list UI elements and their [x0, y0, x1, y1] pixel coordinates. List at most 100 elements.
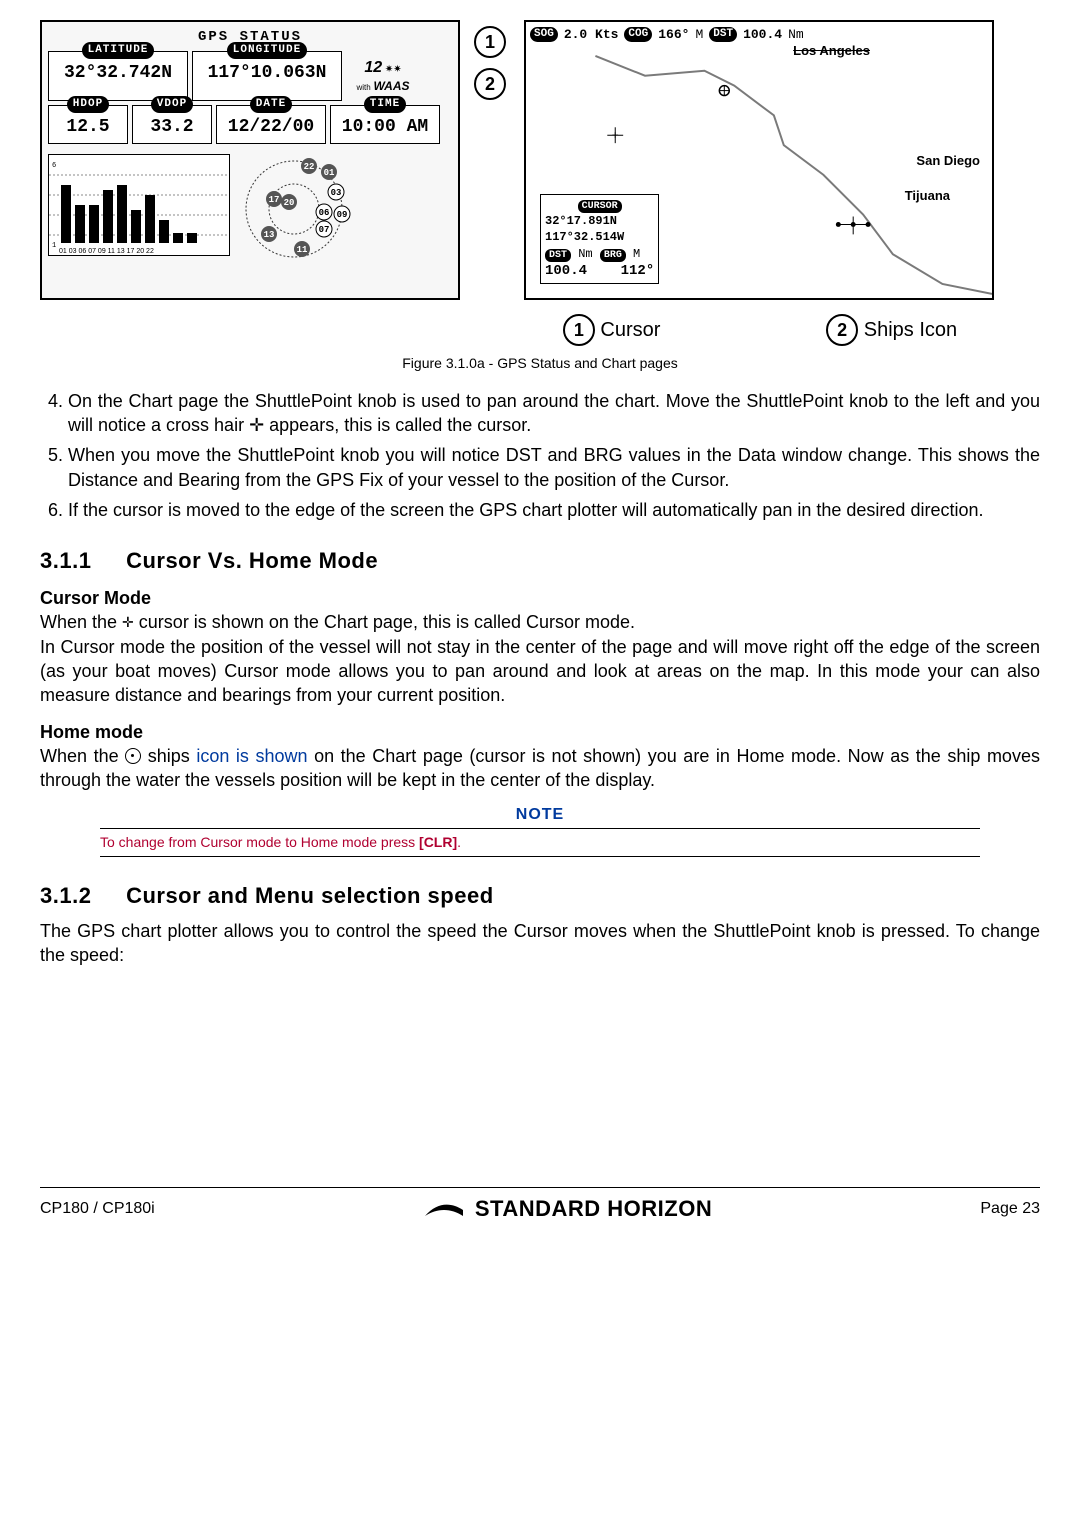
- gps-row2: HDOP 12.5 VDOP 33.2 DATE 12/22/00 TIME 1…: [48, 105, 452, 144]
- longitude-value: 117°10.063N: [197, 59, 337, 87]
- figure-legend: 1 Cursor 2 Ships Icon: [480, 314, 1040, 346]
- page-footer: CP180 / CP180i STANDARD HORIZON Page 23: [40, 1187, 1040, 1224]
- date-label: DATE: [250, 96, 292, 113]
- legend-2-label: Ships Icon: [864, 319, 957, 341]
- latitude-box: LATITUDE 32°32.742N: [48, 51, 188, 101]
- time-value: 10:00 AM: [335, 113, 435, 141]
- hm-c: on the Chart page (cursor is not shown) …: [40, 746, 1040, 790]
- svg-text:13: 13: [264, 230, 275, 240]
- map-label-la: Los Angeles: [791, 42, 872, 60]
- svg-text:22: 22: [304, 162, 315, 172]
- waas-box: 12 ✷✷ with WAAS: [346, 51, 420, 101]
- cursor-lon: 117°32.514W: [545, 229, 654, 245]
- callout-1-num: 1: [474, 26, 506, 58]
- hdop-box: HDOP 12.5: [48, 105, 128, 144]
- section-312-title: Cursor and Menu selection speed: [126, 883, 494, 908]
- cursor-dst-unit: Nm: [578, 247, 592, 261]
- note-box: NOTE To change from Cursor mode to Home …: [100, 804, 980, 856]
- chart-page-panel: 1 2 SOG 2.0 Kts COG 166° M DST 100.4 Nm: [474, 20, 994, 300]
- section-312-heading: 3.1.2 Cursor and Menu selection speed: [40, 881, 1040, 911]
- callout-1: 1: [474, 26, 506, 58]
- note-body: To change from Cursor mode to Home mode …: [100, 828, 980, 857]
- vdop-box: VDOP 33.2: [132, 105, 212, 144]
- vdop-label: VDOP: [151, 96, 193, 113]
- waas-text: WAAS: [374, 79, 410, 93]
- date-box: DATE 12/22/00: [216, 105, 326, 144]
- time-box: TIME 10:00 AM: [330, 105, 440, 144]
- legend-item-2: 2 Ships Icon: [826, 314, 957, 346]
- legend-1-num: 1: [563, 314, 595, 346]
- step-4: On the Chart page the ShuttlePoint knob …: [68, 389, 1040, 438]
- legend-item-1: 1 Cursor: [563, 314, 661, 346]
- ship-icon: [125, 748, 141, 764]
- hm-b: ships: [148, 746, 190, 766]
- hm-a: When the: [40, 746, 125, 766]
- cursor-lat: 32°17.891N: [545, 213, 654, 229]
- cursor-databox: CURSOR 32°17.891N 117°32.514W DST Nm BRG…: [540, 194, 659, 284]
- home-mode-head: Home mode: [40, 720, 1040, 744]
- cm-line1b: cursor is shown on the Chart page, this …: [139, 612, 635, 632]
- cursor-mode-para: In Cursor mode the position of the vesse…: [40, 635, 1040, 708]
- time-label: TIME: [364, 96, 406, 113]
- svg-text:17: 17: [269, 195, 280, 205]
- cursor-dst-label: DST: [545, 249, 571, 263]
- cursor-brg-value: 112°: [621, 263, 655, 279]
- longitude-label: LONGITUDE: [227, 42, 307, 59]
- svg-text:11: 11: [297, 245, 308, 255]
- footer-left: CP180 / CP180i: [40, 1198, 155, 1220]
- note-body-a: To change from Cursor mode to Home mode …: [100, 834, 419, 850]
- figure-caption: Figure 3.1.0a - GPS Status and Chart pag…: [40, 354, 1040, 373]
- callout-2-num: 2: [474, 68, 506, 100]
- footer-brand: STANDARD HORIZON: [423, 1194, 712, 1224]
- note-body-b: [CLR]: [419, 834, 457, 850]
- steps-list: On the Chart page the ShuttlePoint knob …: [40, 389, 1040, 522]
- svg-text:20: 20: [284, 198, 295, 208]
- cursor-mode-line1: When the ✛ cursor is shown on the Chart …: [40, 610, 1040, 634]
- svg-text:+: +: [612, 128, 619, 142]
- cursor-brg-label: BRG: [600, 249, 626, 263]
- figures-row: GPS STATUS LATITUDE 32°32.742N LONGITUDE…: [40, 20, 1040, 300]
- map-surface: SOG 2.0 Kts COG 166° M DST 100.4 Nm: [524, 20, 994, 300]
- map-label-tj: Tijuana: [903, 187, 952, 205]
- cursor-dst-value: 100.4: [545, 263, 587, 279]
- footer-right: Page 23: [980, 1198, 1040, 1220]
- sky-view: 22 01 03 17 20 06 09 07 13 11: [234, 154, 344, 270]
- svg-text:07: 07: [319, 225, 330, 235]
- map-label-sd: San Diego: [914, 152, 982, 170]
- svg-text:03: 03: [331, 188, 342, 198]
- cursor-mode-head: Cursor Mode: [40, 586, 1040, 610]
- svg-text:6: 6: [52, 162, 56, 170]
- signal-bars: 6 1 01 03 06 07 09 11 13 17 20 22: [48, 154, 230, 256]
- gps-row3: 6 1 01 03 06 07 09 11 13 17 20 22 22 01 …: [48, 154, 452, 270]
- section-311-num: 3.1.1: [40, 546, 91, 576]
- hdop-value: 12.5: [53, 113, 123, 141]
- crosshair-icon: ✛: [122, 613, 134, 632]
- waas-with: with: [356, 83, 370, 92]
- date-value: 12/22/00: [221, 113, 321, 141]
- section-312-para: The GPS chart plotter allows you to cont…: [40, 919, 1040, 968]
- longitude-box: LONGITUDE 117°10.063N: [192, 51, 342, 101]
- note-title: NOTE: [100, 804, 980, 826]
- vdop-value: 33.2: [137, 113, 207, 141]
- step-6: If the cursor is moved to the edge of th…: [68, 498, 1040, 522]
- hdop-label: HDOP: [67, 96, 109, 113]
- legend-1-label: Cursor: [600, 319, 660, 341]
- legend-2-num: 2: [826, 314, 858, 346]
- svg-text:09: 09: [337, 210, 348, 220]
- home-mode-para: When the ships icon is shown on the Char…: [40, 744, 1040, 793]
- latitude-label: LATITUDE: [82, 42, 155, 59]
- svg-text:06: 06: [319, 208, 330, 218]
- svg-text:01 03 06 07 09 11 13 17 20 22: 01 03 06 07 09 11 13 17 20 22: [59, 248, 154, 255]
- waas-num: 12: [364, 59, 382, 76]
- gps-row1: LATITUDE 32°32.742N LONGITUDE 117°10.063…: [48, 51, 452, 101]
- brand-swoosh-icon: [423, 1198, 465, 1220]
- svg-text:01: 01: [324, 168, 335, 178]
- callout-2: 2: [474, 68, 506, 100]
- cursor-box-title: CURSOR: [578, 200, 622, 214]
- section-312-num: 3.1.2: [40, 881, 91, 911]
- section-311-heading: 3.1.1 Cursor Vs. Home Mode: [40, 546, 1040, 576]
- section-311-title: Cursor Vs. Home Mode: [126, 548, 378, 573]
- latitude-value: 32°32.742N: [53, 59, 183, 87]
- cursor-brg-unit: M: [633, 247, 640, 261]
- hm-blue: icon is shown: [196, 746, 307, 766]
